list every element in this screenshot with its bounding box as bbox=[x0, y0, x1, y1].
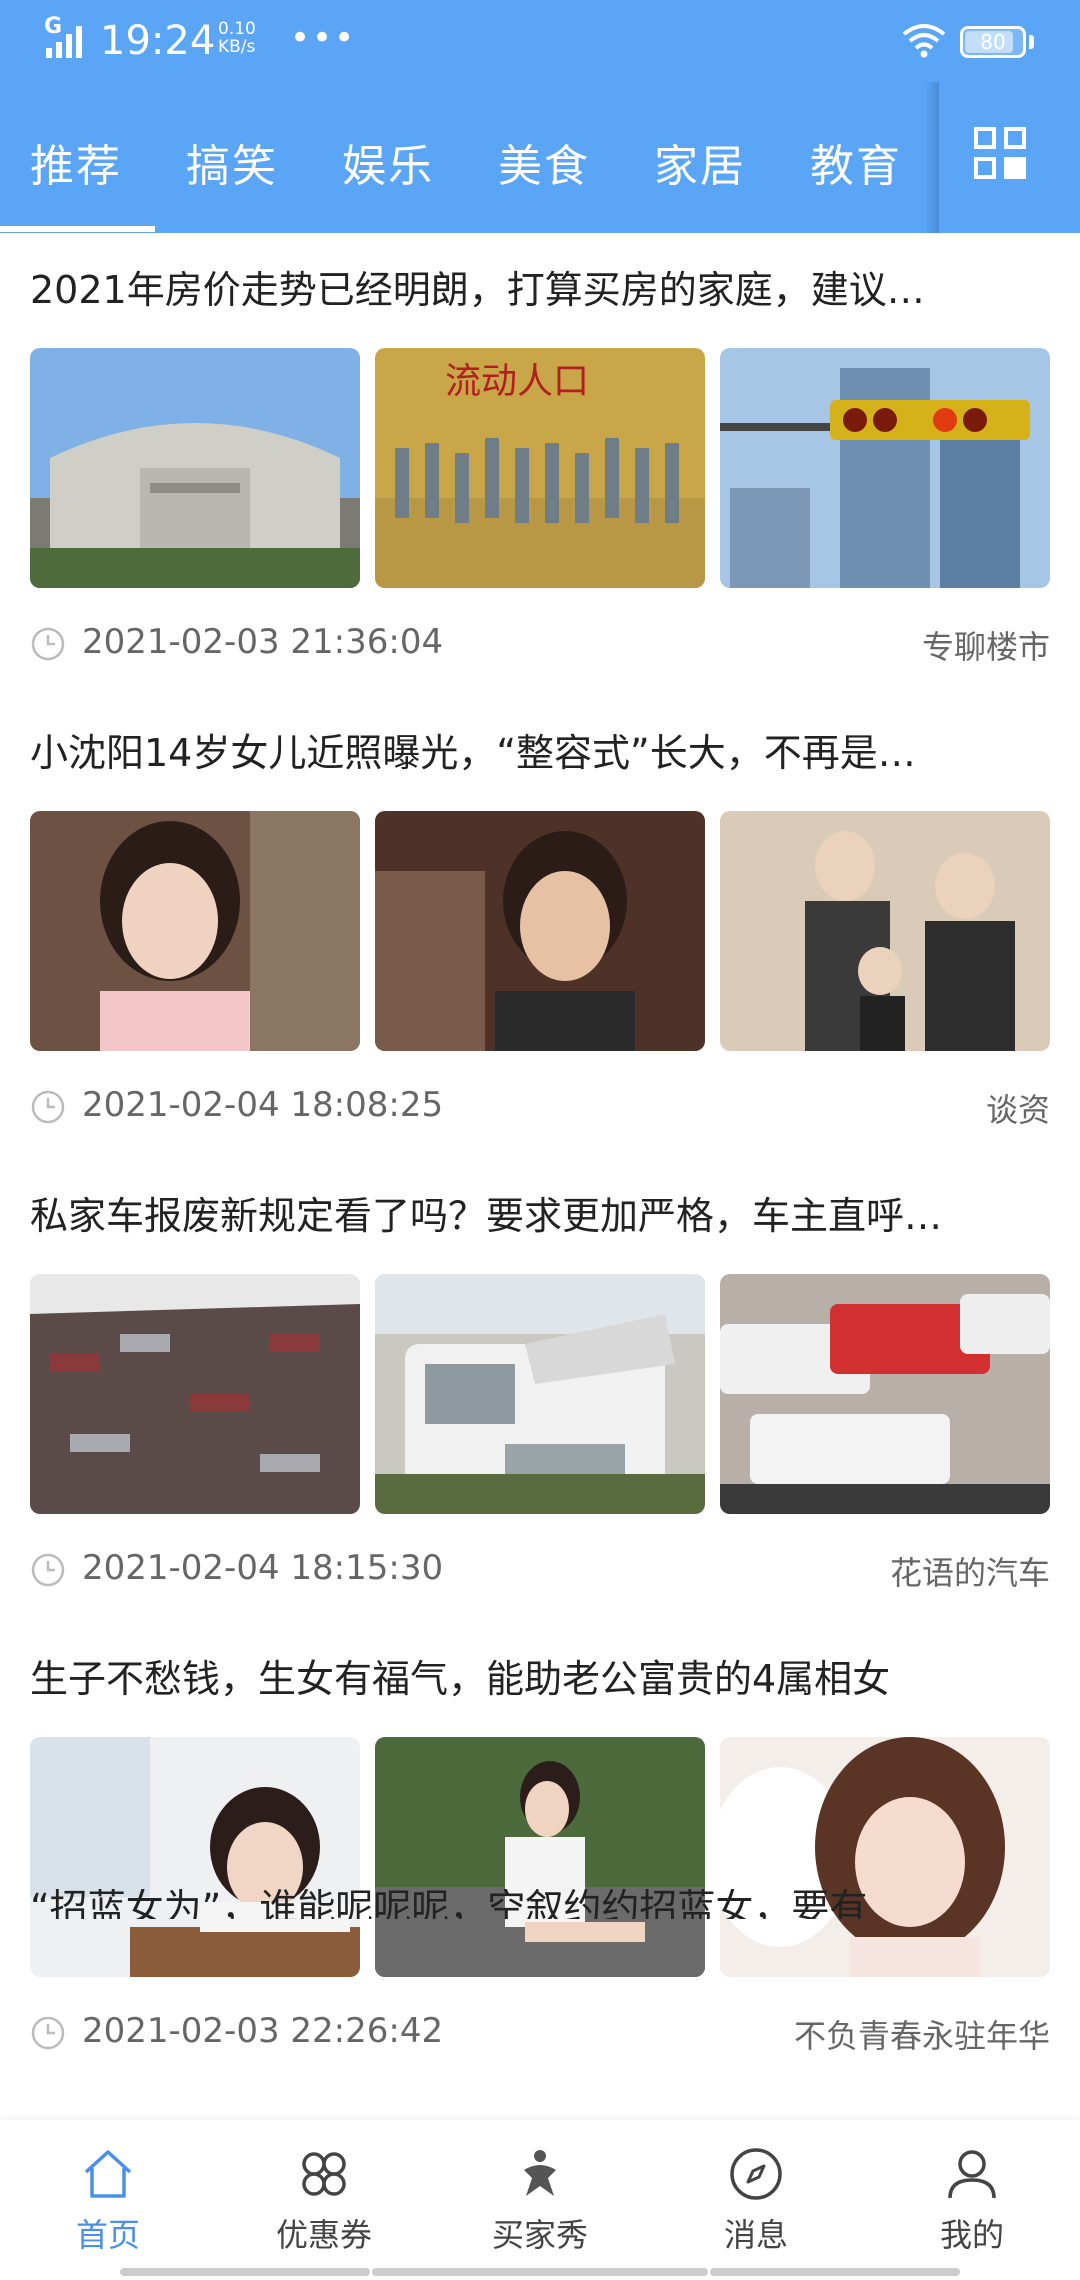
clock-icon bbox=[31, 627, 65, 661]
article-card[interactable]: 生子不愁钱，生女有福气，能助老公富贵的4属相女 2021-02-03 22:26… bbox=[0, 1622, 1080, 2085]
profile-icon bbox=[948, 2150, 996, 2199]
article-time: 2021-02-03 21:36:04 bbox=[82, 622, 444, 662]
clock-icon bbox=[31, 2016, 65, 2050]
article-source[interactable]: 谈资 bbox=[986, 1085, 1050, 1131]
article-title-partial[interactable]: “招蓝女为”，谁能呢呢呢，空叙约约招蓝女，要有 bbox=[30, 1889, 1050, 1919]
article-meta: 2021-02-04 18:08:25 谈资 bbox=[30, 1081, 1050, 1131]
tab-funny[interactable]: 搞笑 bbox=[186, 130, 278, 194]
buyer-show-icon bbox=[524, 2150, 556, 2196]
coupon-icon bbox=[302, 2152, 346, 2196]
article-card[interactable]: 私家车报废新规定看了吗？要求更加严格，车主直呼… 2021-02-04 18:1… bbox=[0, 1159, 1080, 1622]
nav-label: 首页 bbox=[75, 2216, 140, 2254]
woman-portrait-photo[interactable] bbox=[720, 1737, 1050, 1977]
woman-desk-photo[interactable] bbox=[30, 1737, 360, 1977]
nav-profile[interactable]: 我的 bbox=[864, 2120, 1080, 2280]
app-header: G 19:24 0.10 KB/s ••• 80 推荐 搞笑 娱乐 美食 家居 bbox=[0, 0, 1080, 233]
article-source[interactable]: 花语的汽车 bbox=[890, 1548, 1050, 1594]
scrapyard-photo[interactable] bbox=[30, 1274, 360, 1514]
nav-label: 消息 bbox=[723, 2216, 788, 2254]
signal-icon bbox=[46, 26, 82, 58]
article-source[interactable]: 专聊楼市 bbox=[922, 622, 1050, 668]
nav-home[interactable]: 首页 bbox=[0, 2120, 216, 2280]
photo-overlay-text: 流动人口 bbox=[445, 361, 589, 402]
article-title[interactable]: 2021年房价走势已经明朗，打算买房的家庭，建议… bbox=[30, 263, 1050, 317]
nav-label: 我的 bbox=[939, 2216, 1004, 2254]
article-title[interactable]: 小沈阳14岁女儿近照曝光，“整容式”长大，不再是… bbox=[30, 726, 1050, 780]
active-tab-indicator bbox=[0, 226, 155, 232]
speed-unit: KB/s bbox=[218, 37, 256, 57]
home-icon bbox=[84, 2150, 132, 2198]
wifi-icon bbox=[902, 24, 946, 58]
article-card[interactable]: 小沈阳14岁女儿近照曝光，“整容式”长大，不再是… 2021-02-04 18:… bbox=[0, 696, 1080, 1159]
tab-food[interactable]: 美食 bbox=[498, 130, 590, 194]
speed-value: 0.10 bbox=[218, 19, 256, 39]
tab-entertainment[interactable]: 娱乐 bbox=[342, 130, 434, 194]
article-meta: 2021-02-03 22:26:42 不负青春永驻年华 bbox=[30, 2007, 1050, 2057]
woman-sitting-photo[interactable] bbox=[375, 1737, 705, 1977]
article-meta: 2021-02-03 21:36:04 专聊楼市 bbox=[30, 618, 1050, 668]
clock-time: 19:24 bbox=[100, 18, 216, 64]
tab-education[interactable]: 教育 bbox=[810, 130, 902, 194]
article-time: 2021-02-04 18:08:25 bbox=[82, 1085, 444, 1125]
article-time: 2021-02-03 22:26:42 bbox=[82, 2011, 444, 2051]
family-photo[interactable] bbox=[720, 811, 1050, 1051]
bottom-navigation: 首页 优惠券 买家秀 消息 我的 bbox=[0, 2120, 1080, 2280]
more-notifications-icon: ••• bbox=[290, 18, 357, 58]
article-meta: 2021-02-04 18:15:30 花语的汽车 bbox=[30, 1544, 1050, 1594]
tab-home[interactable]: 家居 bbox=[654, 130, 746, 194]
clock-icon bbox=[31, 1553, 65, 1587]
scrapped-cars-photo[interactable] bbox=[720, 1274, 1050, 1514]
compass-icon bbox=[730, 2148, 782, 2200]
article-time: 2021-02-04 18:15:30 bbox=[82, 1548, 444, 1588]
article-title[interactable]: 生子不愁钱，生女有福气，能助老公富贵的4属相女 bbox=[30, 1652, 1050, 1706]
battery-level: 80 bbox=[980, 30, 1006, 54]
status-bar: G 19:24 0.10 KB/s ••• 80 bbox=[0, 0, 1080, 90]
scrapped-van-photo[interactable] bbox=[375, 1274, 705, 1514]
news-feed[interactable]: 2021年房价走势已经明朗，打算买房的家庭，建议… 流动人口 2021-02-0… bbox=[0, 233, 1080, 2120]
category-grid-button[interactable] bbox=[940, 82, 1080, 233]
nav-label: 优惠券 bbox=[275, 2216, 372, 2254]
tab-recommend[interactable]: 推荐 bbox=[30, 130, 122, 194]
article-source[interactable]: 不负青春永驻年华 bbox=[794, 2011, 1050, 2057]
child-portrait-photo[interactable] bbox=[375, 811, 705, 1051]
nav-messages[interactable]: 消息 bbox=[648, 2120, 864, 2280]
nav-coupons[interactable]: 优惠券 bbox=[216, 2120, 432, 2280]
article-title[interactable]: 私家车报废新规定看了吗？要求更加严格，车主直呼… bbox=[30, 1189, 1050, 1243]
article-card[interactable]: 2021年房价走势已经明朗，打算买房的家庭，建议… 流动人口 2021-02-0… bbox=[0, 233, 1080, 696]
nav-buyer-show[interactable]: 买家秀 bbox=[432, 2120, 648, 2280]
bank-building-photo[interactable] bbox=[30, 348, 360, 588]
girl-portrait-photo[interactable] bbox=[30, 811, 360, 1051]
network-speed: 0.10 KB/s bbox=[218, 20, 256, 56]
floating-population-photo[interactable]: 流动人口 bbox=[375, 348, 705, 588]
category-tabs: 推荐 搞笑 娱乐 美食 家居 教育 bbox=[0, 110, 930, 233]
nav-label: 买家秀 bbox=[491, 2216, 588, 2254]
battery-icon: 80 bbox=[960, 26, 1026, 58]
traffic-light-city-photo[interactable] bbox=[720, 348, 1050, 588]
clock-icon bbox=[31, 1090, 65, 1124]
